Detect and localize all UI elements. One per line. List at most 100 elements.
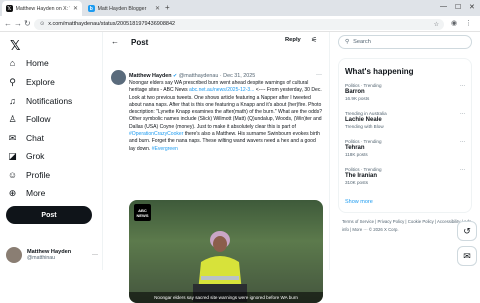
grok-compose-icon[interactable]: ↺ — [457, 221, 477, 241]
tweet-text-part: <---- From yesterday, 30 Dec. Look at tw… — [129, 87, 323, 130]
back-arrow-icon[interactable]: ← — [4, 19, 12, 28]
more-dots-icon[interactable]: ··· — [460, 167, 465, 173]
bookmark-star-icon[interactable]: ☆ — [434, 21, 439, 28]
whats-happening-panel: What's happening Politics · Trending Bar… — [338, 58, 472, 213]
trend-context: Trending in Australia — [345, 111, 387, 116]
account-handle: @matthinau — [27, 255, 56, 261]
post-button[interactable]: Post — [6, 206, 92, 224]
browser-tab-2[interactable]: b Matt Hayden Blogger ✕ — [84, 1, 164, 16]
nav-grok[interactable]: ◪ Grok — [7, 149, 44, 163]
account-switcher[interactable]: Matthew Hayden @matthinau ··· — [6, 244, 98, 266]
nav-more[interactable]: ⊕ More — [7, 186, 46, 200]
nav-explore[interactable]: ⚲ Explore — [7, 75, 55, 89]
nav-label: Home — [26, 58, 49, 68]
author-name[interactable]: Matthew Hayden — [129, 73, 172, 79]
search-icon: ⚲ — [345, 39, 350, 45]
trend-context: Politics · Trending — [345, 167, 382, 172]
nav-follow[interactable]: ♙ Follow — [7, 112, 51, 126]
more-circle-icon: ⊕ — [8, 187, 17, 198]
more-dots-icon[interactable]: ··· — [460, 111, 465, 117]
close-icon[interactable]: ✕ — [73, 5, 78, 12]
reload-icon[interactable]: ↻ — [24, 19, 31, 28]
tweet-link[interactable]: abc.net.au/news/2025-12-3... — [189, 87, 254, 93]
hashtag-link[interactable]: #OperationCrazyCooker — [129, 131, 183, 137]
grok-icon: ◪ — [8, 150, 17, 161]
reply-button[interactable]: Reply — [285, 37, 301, 43]
address-bar[interactable]: ⊙ x.com/matthaydenau/status/200518197943… — [34, 18, 444, 30]
close-icon[interactable]: ✕ — [155, 5, 160, 12]
trend-context: Politics · Trending — [345, 139, 382, 144]
nav-label: Notifications — [26, 96, 73, 106]
trend-name: Tehran — [345, 145, 365, 151]
avatar[interactable] — [111, 70, 126, 85]
trend-name: The Iranian — [345, 173, 378, 179]
trend-count: Trending with Blow — [345, 124, 384, 129]
home-icon: ⌂ — [9, 58, 16, 68]
trend-count: 16.9K posts — [345, 96, 370, 101]
left-sidebar: 𝕏 ⌂ Home ⚲ Explore ♫ Notifications ♙ Follow … — [0, 32, 100, 270]
footer-links[interactable]: Terms of Service | Privacy Policy | Cook… — [342, 218, 474, 234]
chat-icon: ✉ — [8, 132, 17, 143]
trend-item[interactable]: Politics · Trending The Iranian 310K pos… — [345, 167, 465, 185]
trends-title: What's happening — [345, 67, 414, 76]
nav-profile[interactable]: ☺ Profile — [7, 168, 50, 182]
search-placeholder: Search — [353, 39, 371, 45]
trend-item[interactable]: Politics · Trending Tehran 118K posts ··… — [345, 139, 465, 157]
browser-tab-1[interactable]: 𝕏 Matthew Hayden on X: "Nenor... ✕ — [2, 1, 82, 16]
show-more-link[interactable]: Show more — [345, 199, 373, 205]
search-input[interactable]: ⚲ Search — [338, 35, 472, 49]
x-logo-icon[interactable]: 𝕏 — [10, 38, 20, 54]
hashtag-link[interactable]: #Evergreen — [152, 146, 178, 152]
tab-title: Matt Hayden Blogger — [97, 5, 147, 12]
nav-label: Chat — [26, 133, 44, 143]
tab-title: Matthew Hayden on X: "Nenor... — [15, 5, 70, 12]
trend-count: 118K posts — [345, 152, 368, 157]
main-column: ← Post Reply ⚟ Matthew Hayden ✔ @matthay… — [102, 32, 330, 303]
more-dots-icon: ··· — [92, 252, 98, 258]
profile-icon[interactable]: ◉ — [451, 19, 457, 27]
nav-chat[interactable]: ✉ Chat — [7, 131, 44, 145]
trend-item[interactable]: Trending in Australia Lachie Neale Trend… — [345, 111, 465, 129]
messages-icon[interactable]: ✉ — [457, 246, 477, 266]
browser-tabbar: 𝕏 Matthew Hayden on X: "Nenor... ✕ b Mat… — [0, 0, 480, 16]
trend-name: Lachie Neale — [345, 117, 382, 123]
nav-label: Follow — [26, 114, 51, 124]
more-dots-icon[interactable]: ··· — [460, 139, 465, 145]
nav-notifications[interactable]: ♫ Notifications — [7, 94, 72, 108]
nav-home[interactable]: ⌂ Home — [7, 56, 49, 70]
x-logo-icon: 𝕏 — [6, 5, 13, 12]
tweet-text: Noongar elders say WA prescribed burn we… — [129, 80, 323, 153]
site-info-icon[interactable]: ⊙ — [40, 21, 44, 27]
settings-sliders-icon[interactable]: ⚟ — [311, 36, 317, 44]
bell-icon: ♫ — [9, 96, 16, 106]
nav-label: Explore — [26, 77, 55, 87]
maximize-icon[interactable]: ☐ — [455, 3, 461, 11]
tweet-date[interactable]: · Dec 31, 2025 — [220, 73, 255, 79]
person-plus-icon: ♙ — [8, 113, 17, 124]
trend-item[interactable]: Politics · Trending Barron 16.9K posts ·… — [345, 83, 465, 101]
nav-label: Profile — [26, 170, 51, 180]
photo-subject — [193, 231, 247, 302]
forward-arrow-icon[interactable]: → — [14, 19, 22, 28]
verified-badge-icon: ✔ — [173, 73, 178, 79]
nav-label: Grok — [26, 151, 45, 161]
author-handle[interactable]: @matthaydenau — [179, 73, 219, 79]
abc-news-logo: ABC NEWS — [134, 204, 151, 221]
more-dots-icon[interactable]: ··· — [316, 72, 322, 78]
trend-context: Politics · Trending — [345, 83, 382, 88]
menu-kebab-icon[interactable]: ⋮ — [465, 19, 472, 27]
avatar — [6, 247, 22, 263]
tweet-media-image[interactable]: ABC NEWS Noongar elders say sacred site … — [129, 200, 323, 303]
back-arrow-icon[interactable]: ← — [111, 37, 119, 46]
new-tab-icon[interactable]: + — [165, 3, 170, 12]
minimize-icon[interactable]: — — [440, 3, 447, 10]
window-close-icon[interactable]: ✕ — [469, 3, 475, 11]
more-dots-icon[interactable]: ··· — [460, 83, 465, 89]
blogger-icon: b — [88, 5, 95, 12]
nav-label: More — [26, 188, 46, 198]
person-icon: ☺ — [7, 170, 18, 180]
trend-count: 310K posts — [345, 180, 368, 185]
browser-toolbar: ← → ↻ ⊙ x.com/matthaydenau/status/200518… — [0, 16, 480, 32]
tweet-header: Matthew Hayden ✔ @matthaydenau · Dec 31,… — [129, 73, 319, 79]
page-title: Post — [131, 38, 149, 47]
